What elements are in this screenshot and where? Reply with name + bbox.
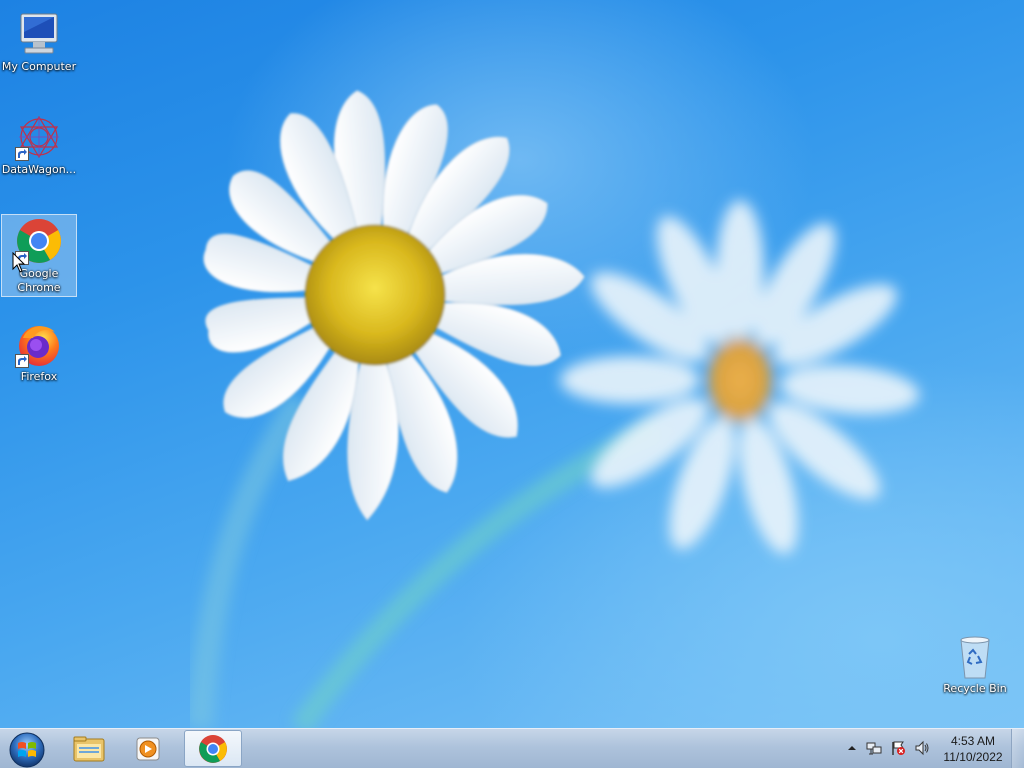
network-icon[interactable] [866, 740, 882, 756]
system-tray [840, 729, 936, 768]
volume-icon[interactable] [914, 740, 930, 756]
action-center-flag-icon[interactable] [890, 740, 906, 756]
firefox-icon [15, 320, 63, 368]
taskbar: 4:53 AM 11/10/2022 [0, 728, 1024, 768]
desktop-icon-recycle-bin[interactable]: Recycle Bin [937, 630, 1013, 696]
media-player-icon [136, 737, 160, 761]
desktop-icon-my-computer[interactable]: My Computer [1, 8, 77, 74]
windows-start-icon [9, 732, 45, 768]
desktop[interactable]: My Computer DataWagon... Google Chrome F… [0, 0, 1024, 728]
desktop-icon-label: Recycle Bin [943, 682, 1007, 695]
taskbar-chrome-button[interactable] [184, 730, 242, 767]
computer-icon [15, 10, 63, 58]
datawagon-icon [15, 113, 63, 161]
show-hidden-icons-arrow[interactable] [844, 740, 860, 756]
desktop-icon-label: My Computer [1, 60, 77, 73]
clock-date: 11/10/2022 [943, 750, 1003, 764]
shortcut-arrow-icon [15, 147, 29, 161]
taskbar-clock[interactable]: 4:53 AM 11/10/2022 [936, 733, 1010, 765]
shortcut-arrow-icon [15, 354, 29, 368]
wallpaper-daisy [187, 90, 920, 728]
show-desktop-button[interactable] [1011, 729, 1024, 768]
desktop-icon-label: DataWagon... [1, 163, 77, 176]
recycle-bin-icon [951, 632, 999, 680]
taskbar-file-explorer-button[interactable] [60, 730, 118, 767]
desktop-icon-firefox[interactable]: Firefox [1, 318, 77, 384]
taskbar-media-player-button[interactable] [120, 730, 178, 767]
desktop-icon-label: Firefox [20, 370, 58, 383]
start-button[interactable] [4, 730, 50, 768]
chrome-icon [199, 735, 227, 763]
desktop-icon-datawagon[interactable]: DataWagon... [1, 111, 77, 177]
clock-time: 4:53 AM [950, 734, 996, 748]
file-explorer-icon [73, 736, 105, 762]
mouse-cursor [12, 252, 26, 273]
